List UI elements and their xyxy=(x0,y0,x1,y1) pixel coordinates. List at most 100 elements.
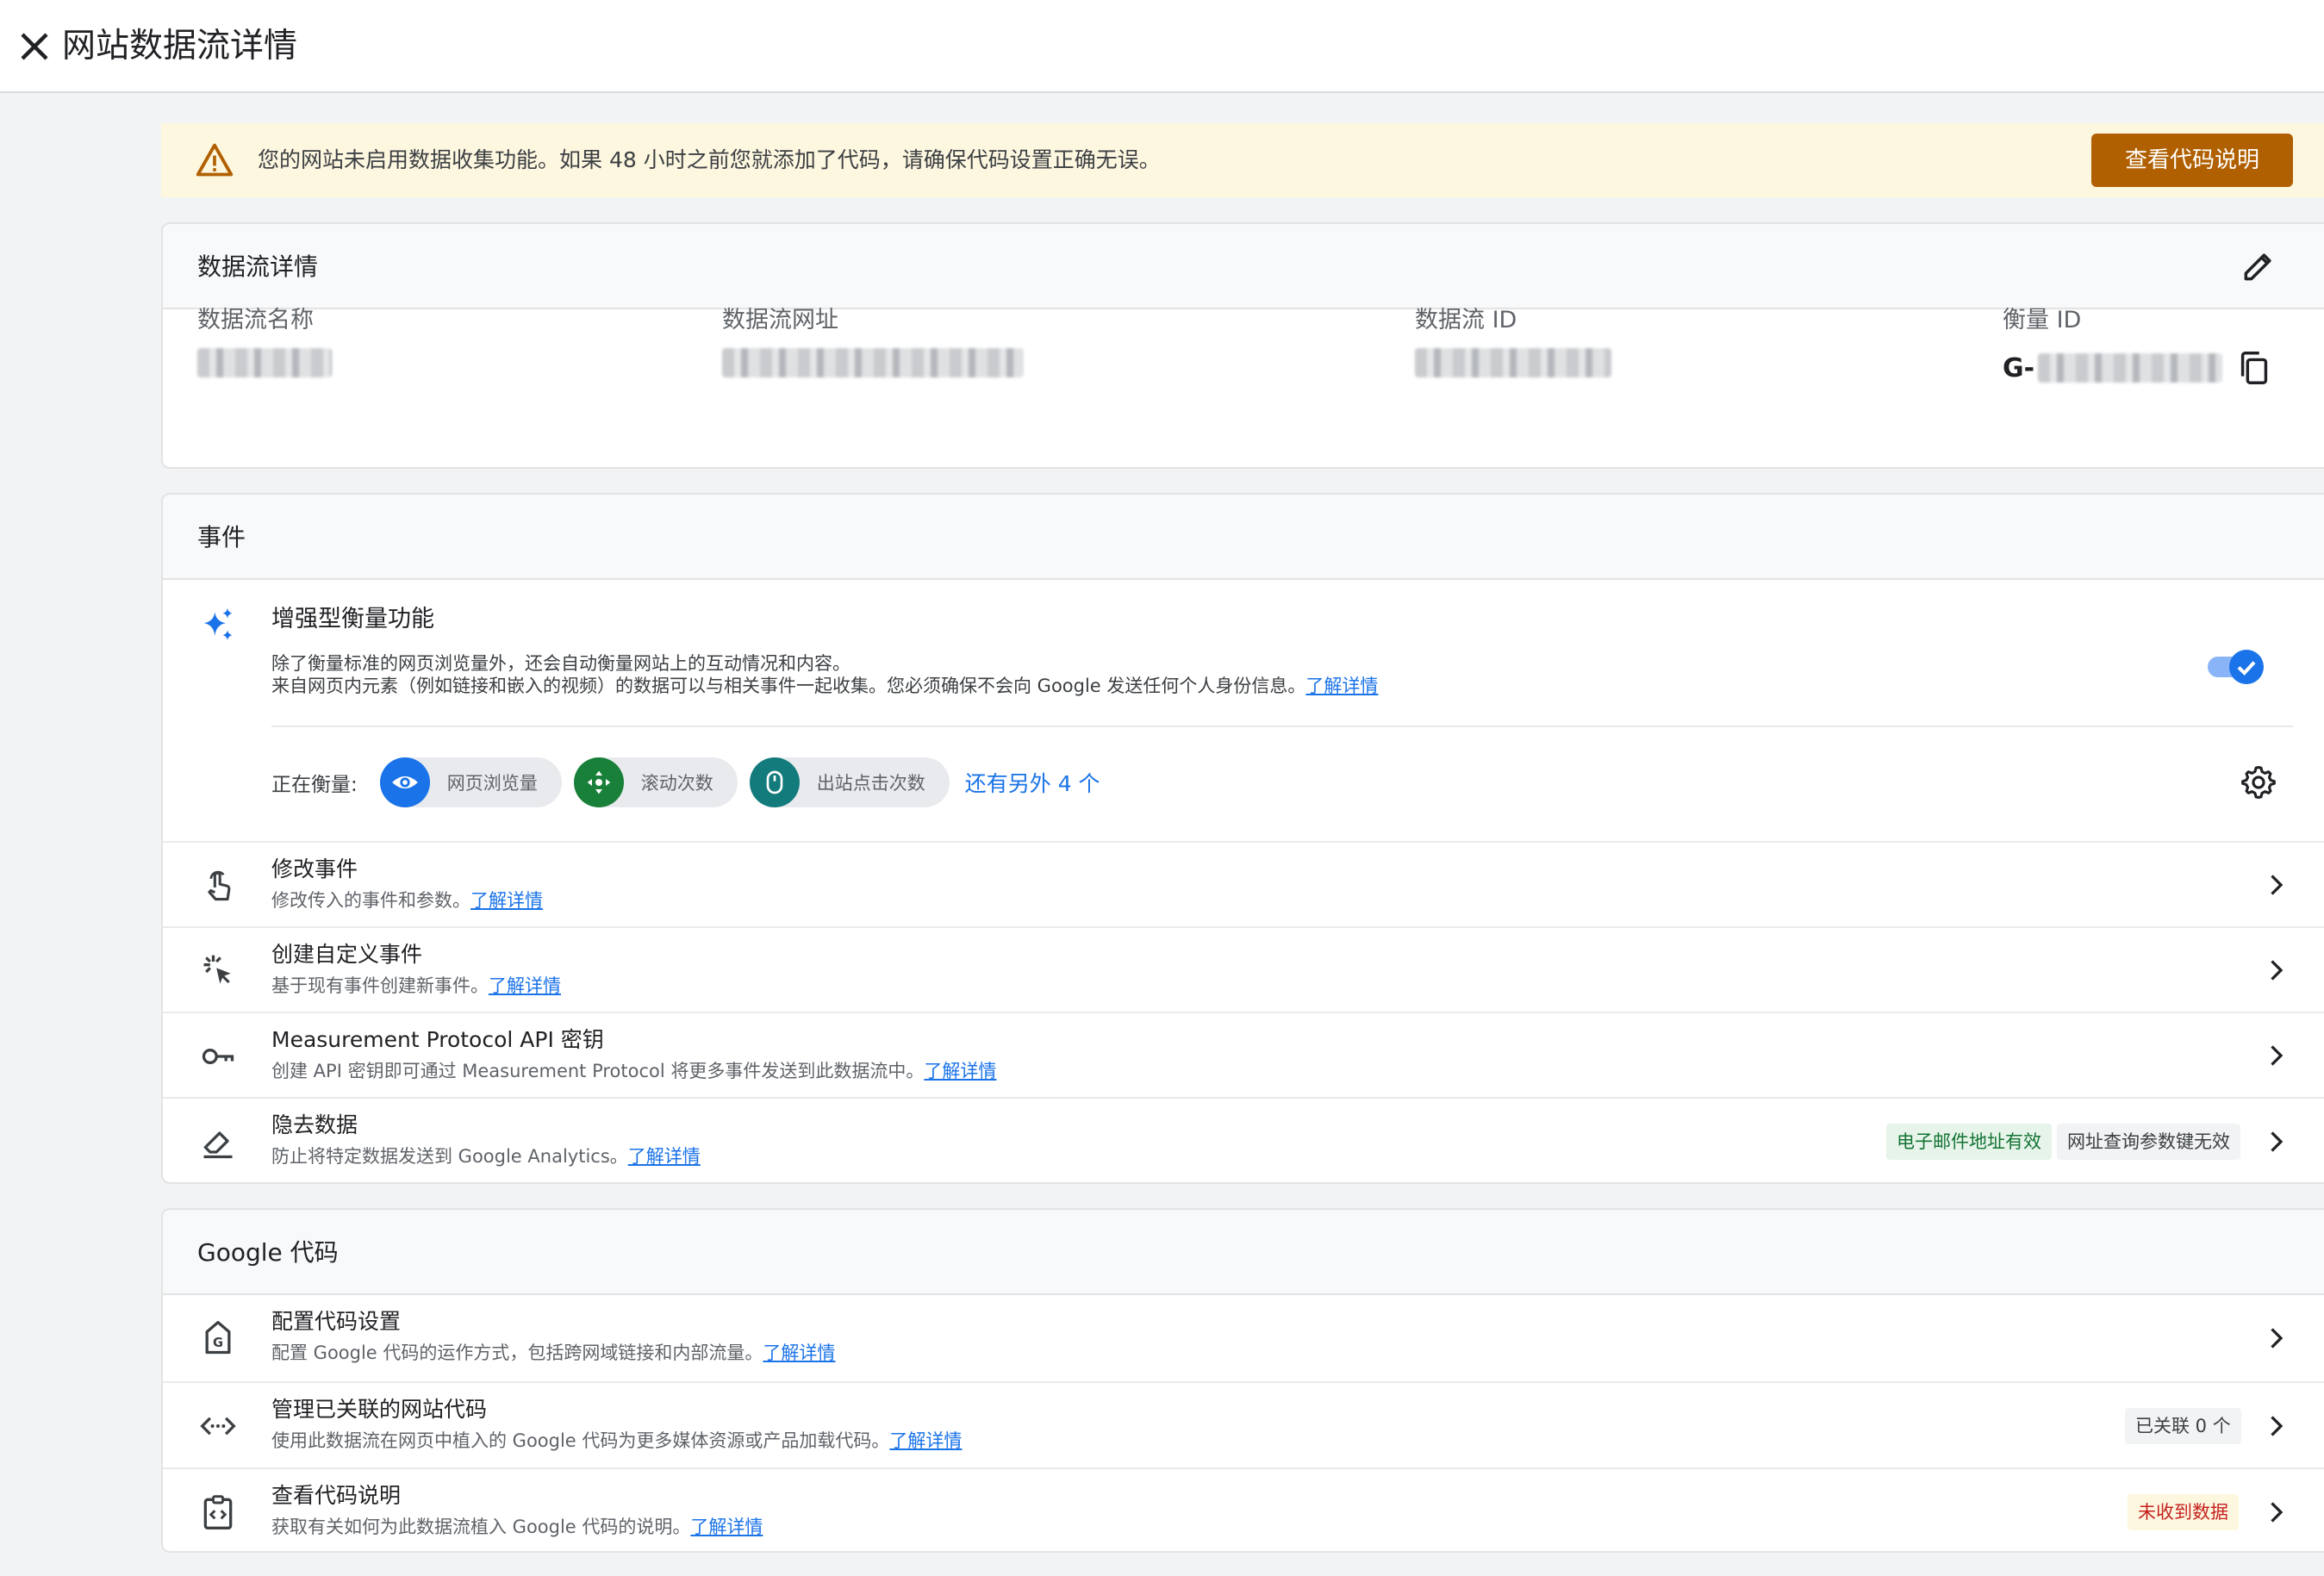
google-tag-card: Google 代码 G 配置代码设置 配置 Google 代码的运作方式，包括跨… xyxy=(161,1208,2324,1553)
manage-connected-tags-desc: 使用此数据流在网页中植入的 Google 代码为更多媒体资源或产品加载代码。 xyxy=(271,1430,890,1451)
chip-page-views-label: 网页浏览量 xyxy=(446,773,538,794)
view-tag-instructions-button[interactable]: 查看代码说明 xyxy=(2091,134,2293,187)
stream-id-value-redacted xyxy=(1415,348,1611,377)
scroll-icon xyxy=(587,770,611,794)
redact-data-title: 隐去数据 xyxy=(271,1112,358,1137)
create-custom-events-title: 创建自定义事件 xyxy=(271,942,423,967)
edit-icon[interactable] xyxy=(2240,247,2277,285)
measurement-id-value-redacted xyxy=(2038,353,2223,383)
configure-tag-row[interactable]: G 配置代码设置 配置 Google 代码的运作方式，包括跨网域链接和内部流量。… xyxy=(163,1295,2324,1381)
redact-data-row[interactable]: 隐去数据 防止将特定数据发送到 Google Analytics。了解详情 电子… xyxy=(163,1097,2324,1182)
stream-name-value-redacted xyxy=(197,348,332,377)
chip-scrolls-label: 滚动次数 xyxy=(640,773,713,794)
manage-connected-tags-row[interactable]: 管理已关联的网站代码 使用此数据流在网页中植入的 Google 代码为更多媒体资… xyxy=(163,1381,2324,1467)
measurement-id-label: 衡量 ID xyxy=(2003,307,2082,333)
chevron-right-icon xyxy=(2271,1045,2284,1066)
configure-tag-title: 配置代码设置 xyxy=(271,1309,402,1334)
chevron-right-icon xyxy=(2271,1416,2284,1436)
banner-message: 您的网站未启用数据收集功能。如果 48 小时之前您就添加了代码，请确保代码设置正… xyxy=(258,147,1161,172)
enhanced-divider xyxy=(271,726,2293,727)
manage-connected-tags-learn-more-link[interactable]: 了解详情 xyxy=(889,1430,962,1451)
measuring-label: 正在衡量: xyxy=(271,774,358,796)
redact-data-desc: 防止将特定数据发送到 Google Analytics。 xyxy=(271,1146,628,1167)
page-title: 网站数据流详情 xyxy=(62,27,298,65)
chevron-right-icon xyxy=(2271,875,2284,895)
modify-events-title: 修改事件 xyxy=(271,857,358,881)
eraser-icon xyxy=(203,1131,233,1159)
clipboard-code-icon xyxy=(203,1495,233,1529)
chip-scrolls[interactable]: 滚动次数 xyxy=(573,757,738,807)
measurement-protocol-title: Measurement Protocol API 密钥 xyxy=(271,1027,604,1052)
view-tag-instructions-row[interactable]: 查看代码说明 获取有关如何为此数据流植入 Google 代码的说明。了解详情 未… xyxy=(163,1467,2324,1551)
modify-events-row[interactable]: 修改事件 修改传入的事件和参数。了解详情 xyxy=(163,841,2324,926)
stream-details-header: 数据流详情 xyxy=(163,224,2324,309)
enhanced-learn-more-link[interactable]: 了解详情 xyxy=(1305,676,1378,696)
view-tag-instructions-learn-more-link[interactable]: 了解详情 xyxy=(690,1517,763,1537)
manage-connected-tags-title: 管理已关联的网站代码 xyxy=(271,1397,488,1422)
stream-details-card: 数据流详情 数据流名称 数据流网址 数据流 ID 衡量 ID G- xyxy=(161,222,2324,469)
enhanced-desc-line1: 除了衡量标准的网页浏览量外，还会自动衡量网站上的互动情况和内容。 xyxy=(271,653,850,674)
measurement-protocol-row[interactable]: Measurement Protocol API 密钥 创建 API 密钥即可通… xyxy=(163,1012,2324,1097)
redact-data-learn-more-link[interactable]: 了解详情 xyxy=(628,1146,701,1167)
measurement-protocol-desc: 创建 API 密钥即可通过 Measurement Protocol 将更多事件… xyxy=(271,1061,925,1081)
warning-icon xyxy=(196,143,234,177)
connected-count-badge: 已关联 0 个 xyxy=(2125,1408,2241,1444)
chevron-right-icon xyxy=(2271,1328,2284,1349)
create-custom-events-desc: 基于现有事件创建新事件。 xyxy=(271,975,489,996)
sparkle-icon xyxy=(203,607,233,640)
key-icon xyxy=(202,1049,234,1064)
stream-name-field: 数据流名称 xyxy=(197,303,352,377)
create-custom-events-row[interactable]: 创建自定义事件 基于现有事件创建新事件。了解详情 xyxy=(163,926,2324,1012)
query-param-invalid-badge: 网址查询参数键无效 xyxy=(2057,1124,2240,1160)
events-title: 事件 xyxy=(197,523,246,551)
stream-id-field: 数据流 ID xyxy=(1415,303,1673,377)
chevron-right-icon xyxy=(2271,1131,2284,1152)
measuring-row: 正在衡量: 网页浏览量 滚动次数 出站点击次数 还有另外 4 个 xyxy=(271,757,1100,807)
close-icon[interactable] xyxy=(10,22,59,71)
gear-icon[interactable] xyxy=(2240,763,2277,801)
enhanced-measurement-description: 除了衡量标准的网页浏览量外，还会自动衡量网站上的互动情况和内容。 来自网页内元素… xyxy=(271,652,1378,697)
view-tag-instructions-title: 查看代码说明 xyxy=(271,1483,402,1508)
create-custom-events-learn-more-link[interactable]: 了解详情 xyxy=(489,975,561,996)
chevron-right-icon xyxy=(2271,960,2284,981)
google-tag-header: Google 代码 xyxy=(163,1210,2324,1295)
chevron-right-icon xyxy=(2271,1502,2284,1523)
configure-tag-learn-more-link[interactable]: 了解详情 xyxy=(763,1342,835,1363)
google-tag-title: Google 代码 xyxy=(197,1238,339,1267)
enhanced-measurement-section: 增强型衡量功能 除了衡量标准的网页浏览量外，还会自动衡量网站上的互动情况和内容。… xyxy=(163,580,2324,841)
enhanced-measurement-toggle[interactable] xyxy=(2208,649,2265,685)
stream-name-label: 数据流名称 xyxy=(197,307,314,333)
measurement-id-field: 衡量 ID G- xyxy=(2003,303,2296,388)
svg-text:G: G xyxy=(213,1336,223,1350)
stream-id-label: 数据流 ID xyxy=(1415,307,1517,333)
code-icon xyxy=(200,1417,236,1436)
events-header: 事件 xyxy=(163,495,2324,580)
configure-tag-desc: 配置 Google 代码的运作方式，包括跨网域链接和内部流量。 xyxy=(271,1342,763,1363)
enhanced-desc-line2: 来自网页内元素（例如链接和嵌入的视频）的数据可以与相关事件一起收集。您必须确保不… xyxy=(271,676,1306,696)
stream-url-field: 数据流网址 xyxy=(722,303,1067,377)
modify-events-learn-more-link[interactable]: 了解详情 xyxy=(470,890,543,911)
no-data-badge: 未收到数据 xyxy=(2128,1494,2239,1530)
stream-url-label: 数据流网址 xyxy=(722,307,838,333)
top-bar: 网站数据流详情 xyxy=(0,0,2324,93)
email-valid-badge: 电子邮件地址有效 xyxy=(1886,1124,2052,1160)
chip-outbound-clicks[interactable]: 出站点击次数 xyxy=(749,757,950,807)
chip-outbound-clicks-label: 出站点击次数 xyxy=(816,773,925,794)
measurement-id-prefix: G- xyxy=(2003,352,2035,383)
click-sparkle-icon xyxy=(203,955,231,984)
measurement-protocol-learn-more-link[interactable]: 了解详情 xyxy=(924,1061,996,1081)
eye-icon xyxy=(391,776,418,789)
chip-page-views[interactable]: 网页浏览量 xyxy=(379,757,562,807)
enhanced-measurement-title: 增强型衡量功能 xyxy=(271,606,434,632)
stream-url-value-redacted xyxy=(722,348,1024,377)
warning-banner: 您的网站未启用数据收集功能。如果 48 小时之前您就添加了代码，请确保代码设置正… xyxy=(161,123,2324,197)
mouse-icon xyxy=(766,770,783,794)
tag-icon: G xyxy=(205,1321,231,1355)
modify-events-desc: 修改传入的事件和参数。 xyxy=(271,890,470,911)
more-events-link[interactable]: 还有另外 4 个 xyxy=(965,767,1100,798)
events-card: 事件 增强型衡量功能 除了衡量标准的网页浏览量外，还会自动衡量网站上的互动情况和… xyxy=(161,493,2324,1184)
view-tag-instructions-desc: 获取有关如何为此数据流植入 Google 代码的说明。 xyxy=(271,1517,691,1537)
stream-details-title: 数据流详情 xyxy=(197,252,319,281)
copy-icon[interactable] xyxy=(2234,348,2274,388)
touch-icon xyxy=(208,870,231,901)
